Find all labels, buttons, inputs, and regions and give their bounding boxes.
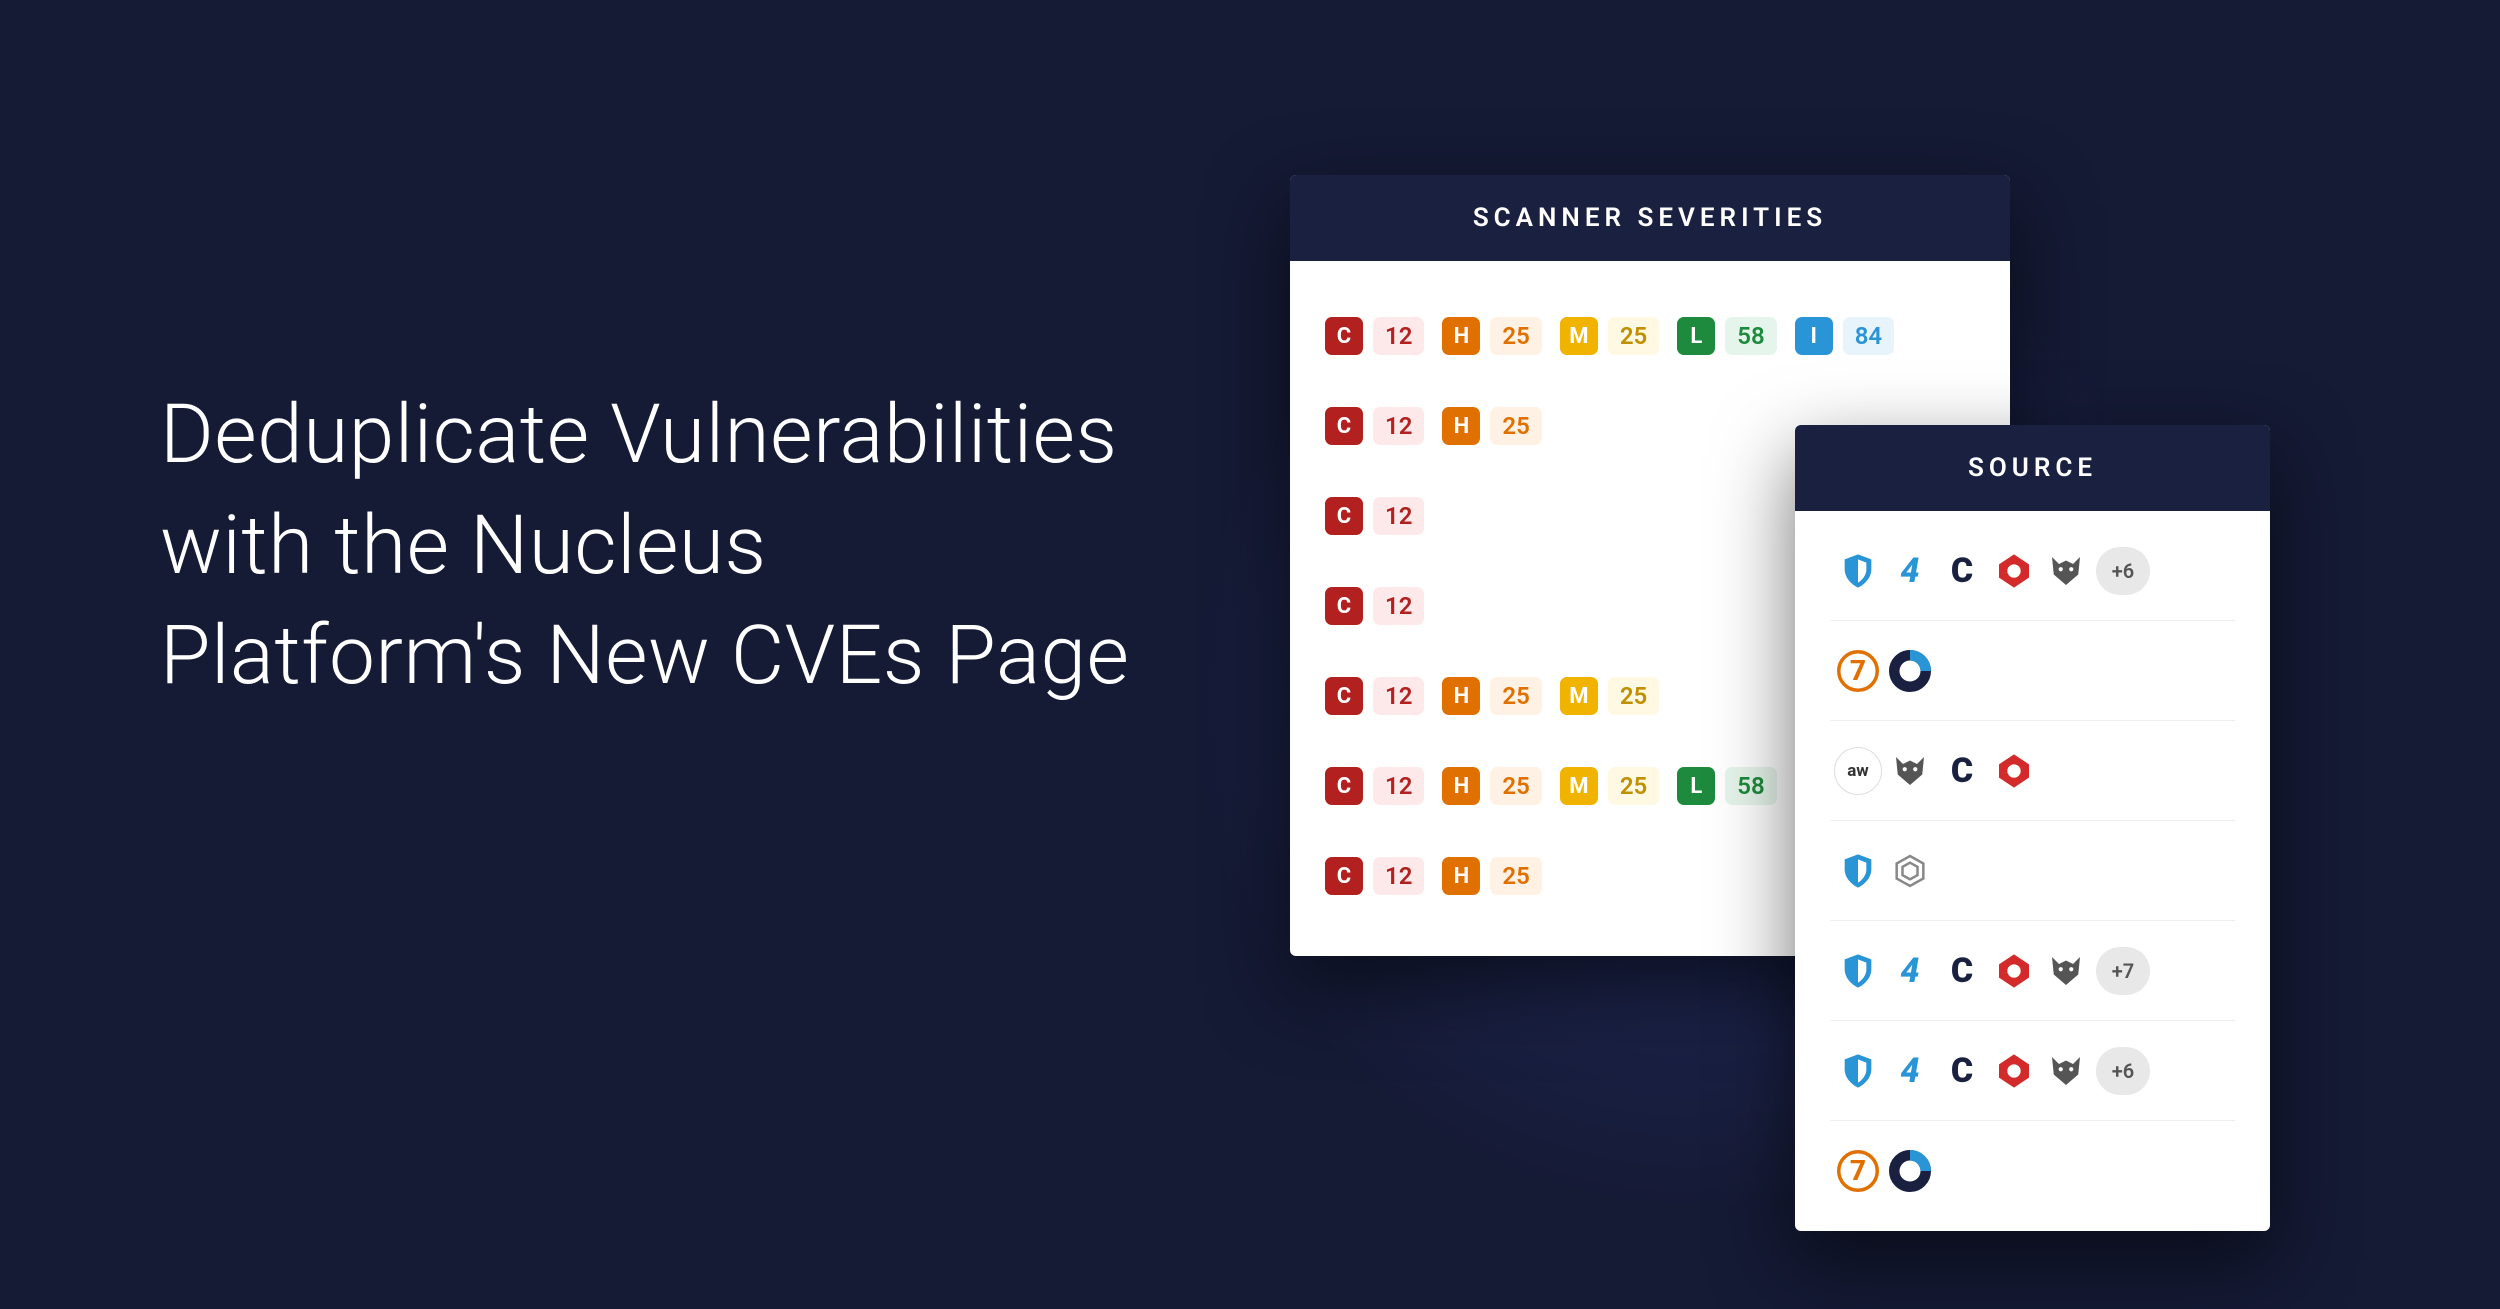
severity-count-l: 58	[1725, 317, 1776, 355]
severity-count-h: 25	[1490, 677, 1541, 715]
shield-icon	[1834, 847, 1882, 895]
severity-badge-c: C	[1325, 857, 1363, 895]
severity-badge-h: H	[1442, 767, 1480, 805]
severity-badge-c: C	[1325, 587, 1363, 625]
ring-icon	[1886, 647, 1934, 695]
severity-count-c: 12	[1373, 317, 1424, 355]
severity-count-h: 25	[1490, 407, 1541, 445]
shield-icon	[1834, 547, 1882, 595]
severity-count-l: 58	[1725, 767, 1776, 805]
source-card: SOURCE 4C+67awC4C+74C+67	[1795, 425, 2270, 1231]
source-overflow-badge[interactable]: +6	[2096, 547, 2150, 595]
source-row: 4C +7	[1830, 921, 2235, 1021]
four-icon: 4	[1886, 547, 1934, 595]
wolf-icon	[2042, 1047, 2090, 1095]
wolf-icon	[1886, 747, 1934, 795]
severity-badge-m: M	[1560, 767, 1598, 805]
severity-count-i: 84	[1843, 317, 1894, 355]
c-icon: C	[1938, 1047, 1986, 1095]
severity-count-c: 12	[1373, 407, 1424, 445]
severity-count-m: 25	[1608, 677, 1659, 715]
hex-icon	[1886, 847, 1934, 895]
severity-badge-m: M	[1560, 317, 1598, 355]
source-row: 4C +6	[1830, 1021, 2235, 1121]
wolf-icon	[2042, 547, 2090, 595]
scanner-severities-title: SCANNER SEVERITIES	[1290, 175, 2010, 261]
severity-badge-c: C	[1325, 317, 1363, 355]
severity-count-c: 12	[1373, 767, 1424, 805]
source-title: SOURCE	[1795, 425, 2270, 511]
q-icon	[1990, 947, 2038, 995]
severity-badge-h: H	[1442, 677, 1480, 715]
source-row: 4C +6	[1830, 521, 2235, 621]
wolf-icon	[2042, 947, 2090, 995]
severity-badge-c: C	[1325, 767, 1363, 805]
shield-icon	[1834, 947, 1882, 995]
severity-badge-l: L	[1677, 767, 1715, 805]
seven-icon: 7	[1834, 1147, 1882, 1195]
c-icon: C	[1938, 747, 1986, 795]
severity-badge-m: M	[1560, 677, 1598, 715]
severity-count-c: 12	[1373, 857, 1424, 895]
headline: Deduplicate Vulnerabilities with the Nuc…	[160, 380, 1130, 712]
severity-badge-c: C	[1325, 407, 1363, 445]
four-icon: 4	[1886, 947, 1934, 995]
severity-badge-h: H	[1442, 407, 1480, 445]
severity-badge-c: C	[1325, 497, 1363, 535]
severity-count-h: 25	[1490, 317, 1541, 355]
seven-icon: 7	[1834, 647, 1882, 695]
severity-badge-c: C	[1325, 677, 1363, 715]
severity-count-h: 25	[1490, 857, 1541, 895]
severity-count-c: 12	[1373, 677, 1424, 715]
severity-badge-h: H	[1442, 857, 1480, 895]
c-icon: C	[1938, 947, 1986, 995]
severity-badge-h: H	[1442, 317, 1480, 355]
source-row: 7	[1830, 1121, 2235, 1221]
q-icon	[1990, 547, 2038, 595]
severity-badge-l: L	[1677, 317, 1715, 355]
severity-badge-i: I	[1795, 317, 1833, 355]
svg-text:7: 7	[1850, 653, 1866, 686]
severity-count-m: 25	[1608, 317, 1659, 355]
four-icon: 4	[1886, 1047, 1934, 1095]
source-row: 7	[1830, 621, 2235, 721]
severity-count-c: 12	[1373, 497, 1424, 535]
shield-icon	[1834, 1047, 1882, 1095]
source-row: aw C	[1830, 721, 2235, 821]
aw-icon: aw	[1834, 747, 1882, 795]
severity-count-m: 25	[1608, 767, 1659, 805]
c-icon: C	[1938, 547, 1986, 595]
q-icon	[1990, 747, 2038, 795]
source-overflow-badge[interactable]: +6	[2096, 1047, 2150, 1095]
svg-text:7: 7	[1850, 1154, 1866, 1187]
severity-row: C 12 H 25 M 25 L 58 I 84	[1325, 291, 1975, 381]
source-overflow-badge[interactable]: +7	[2096, 947, 2150, 995]
ring-icon	[1886, 1147, 1934, 1195]
q-icon	[1990, 1047, 2038, 1095]
severity-count-c: 12	[1373, 587, 1424, 625]
source-row	[1830, 821, 2235, 921]
severity-count-h: 25	[1490, 767, 1541, 805]
